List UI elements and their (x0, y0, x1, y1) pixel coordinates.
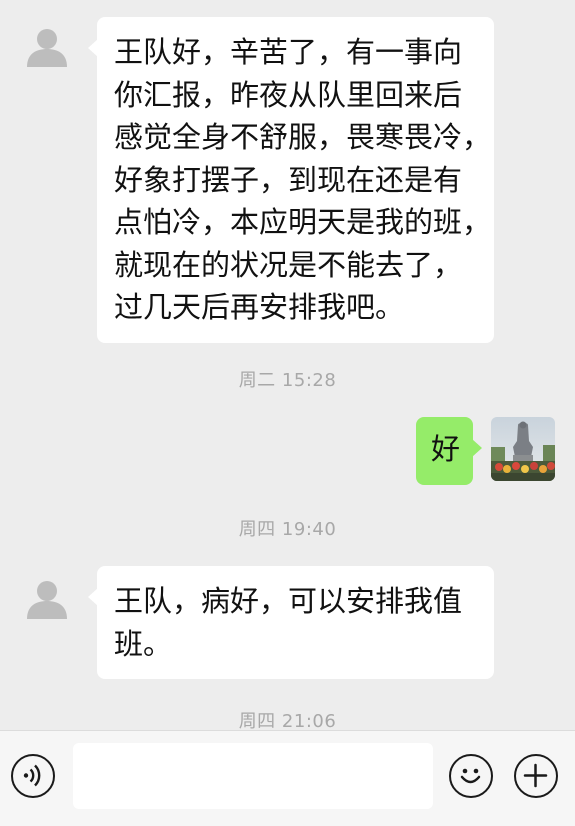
message-line: 过几天后再安排我吧。 (114, 290, 405, 324)
default-avatar-icon (27, 29, 67, 67)
message-line: 就现在的状况是不能去了， (114, 247, 463, 282)
message-line: 王队，病好，可以安排我值 (114, 584, 463, 618)
timestamp: 周二 15:28 (238, 370, 337, 391)
message-line: 你汇报，昨夜从队里回来后 (114, 77, 463, 112)
message-line: 点怕冷，本应明天是我的班， (114, 205, 492, 239)
input-toolbar (0, 730, 575, 826)
timestamp: 周四 19:40 (238, 519, 337, 540)
message-bubble-incoming[interactable]: 王队好，辛苦了，有一事向 你汇报，昨夜从队里回来后 感觉全身不舒服，畏寒畏冷， … (88, 17, 494, 343)
statue-photo-icon (491, 417, 555, 481)
my-avatar[interactable] (491, 417, 555, 481)
message-line: 感觉全身不舒服，畏寒畏冷， (114, 120, 492, 154)
message-line: 好象打摆子，到现在还是有 (114, 162, 463, 197)
message-line: 王队好，辛苦了，有一事向 (114, 35, 463, 69)
message-bubble-incoming[interactable]: 王队，病好，可以安排我值 班。 (88, 566, 494, 679)
message-text: 好 (431, 432, 461, 466)
contact-avatar[interactable] (19, 17, 75, 73)
plus-icon (523, 763, 548, 788)
emoji-icon (460, 768, 481, 784)
message-input[interactable] (73, 743, 433, 809)
timestamp: 周四 21:06 (238, 711, 337, 730)
contact-avatar[interactable] (19, 569, 75, 625)
message-bubble-outgoing[interactable]: 好 (416, 417, 482, 485)
message-line: 班。 (114, 626, 173, 661)
emoji-button[interactable] (449, 754, 493, 798)
default-avatar-icon (27, 581, 67, 619)
voice-button[interactable] (11, 754, 55, 798)
chat-area[interactable]: 王队好，辛苦了，有一事向 你汇报，昨夜从队里回来后 感觉全身不舒服，畏寒畏冷， … (0, 0, 575, 730)
voice-icon (23, 764, 41, 787)
more-button[interactable] (514, 754, 558, 798)
